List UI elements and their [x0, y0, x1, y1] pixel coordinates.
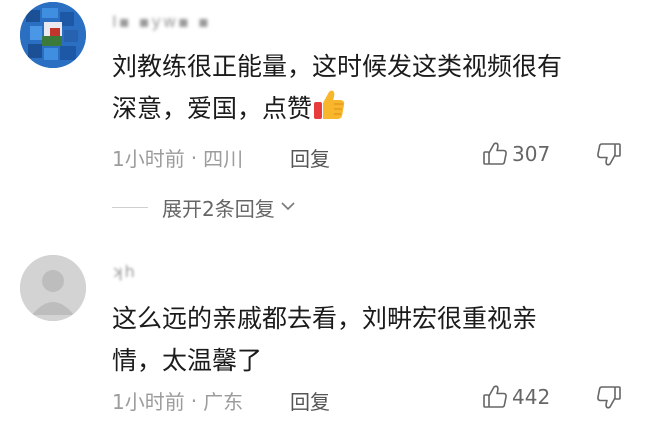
like-count: 442	[512, 385, 551, 409]
comment-meta: 1小时前 · 四川	[112, 143, 243, 172]
thumbs-down-icon	[596, 141, 622, 167]
comment-meta: 1小时前 · 广东	[112, 386, 243, 415]
dislike-button[interactable]	[596, 384, 622, 410]
meta-separator: ·	[190, 388, 198, 413]
comment-text-line: 情，太温馨了	[112, 346, 263, 375]
avatar-image-icon	[20, 2, 86, 68]
comment-time: 1小时前	[112, 147, 185, 171]
thumbs-down-icon	[596, 384, 622, 410]
like-count: 307	[512, 142, 551, 166]
divider	[112, 207, 148, 208]
thumbs-up-icon	[482, 141, 508, 167]
like-button[interactable]: 307	[482, 141, 550, 167]
comment-location: 广东	[203, 390, 244, 414]
username[interactable]: I▪ ▪yw▪ ▪	[112, 12, 211, 31]
reply-button[interactable]: 回复	[290, 143, 330, 172]
username[interactable]: ʞh	[112, 262, 137, 281]
chevron-down-icon	[279, 196, 297, 220]
comment-text-line: 刘教练很正能量，这时候发这类视频很有	[112, 52, 563, 81]
thumbs-up-icon	[482, 384, 508, 410]
comment-time: 1小时前	[112, 390, 185, 414]
thumbs-up-emoji-icon	[312, 89, 346, 134]
meta-separator: ·	[190, 145, 198, 170]
expand-replies-button[interactable]: 展开2条回复	[112, 193, 297, 222]
avatar[interactable]	[20, 255, 86, 321]
like-button[interactable]: 442	[482, 384, 550, 410]
comment-text-line: 深意，爱国，点赞	[112, 88, 632, 134]
dislike-button[interactable]	[596, 141, 622, 167]
comment-text: 刘教练很正能量，这时候发这类视频很有 深意，爱国，点赞	[112, 46, 632, 134]
expand-replies-label: 展开2条回复	[162, 197, 275, 221]
avatar[interactable]	[20, 2, 86, 68]
default-avatar-icon	[20, 255, 86, 321]
comment-text-line-content: 深意，爱国，点赞	[112, 94, 313, 123]
reply-button[interactable]: 回复	[290, 386, 330, 415]
comment-location: 四川	[203, 147, 244, 171]
comment-text-line: 这么远的亲戚都去看，刘畊宏很重视亲	[112, 304, 538, 333]
comment-text: 这么远的亲戚都去看，刘畊宏很重视亲 情，太温馨了	[112, 298, 632, 382]
